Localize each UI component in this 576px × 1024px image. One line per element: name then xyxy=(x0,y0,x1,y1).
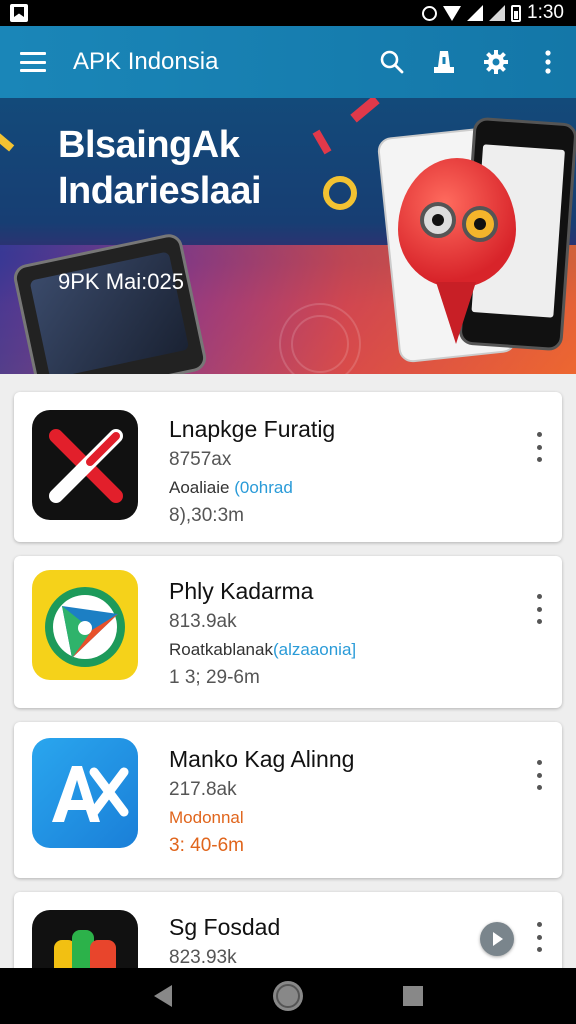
app-time: 1 3; 29-6m xyxy=(169,667,260,688)
banner-title-line1: BlsaingAk xyxy=(58,124,240,166)
wifi-icon xyxy=(443,5,462,21)
status-right: 1:30 xyxy=(422,2,564,24)
app-size: 217.8ak xyxy=(169,779,237,800)
app-time: 8),30:3m xyxy=(169,505,244,526)
mascot-eye-right xyxy=(462,206,498,242)
app-name: Phly Kadarma xyxy=(169,578,314,604)
banner-subtitle: 9PK Mai:025 xyxy=(58,269,184,294)
battery-icon xyxy=(511,4,522,22)
app-info: Lnapkge Furatig 8757ax Aoaliaie (0ohrad … xyxy=(169,414,512,530)
menu-icon[interactable] xyxy=(20,52,46,72)
item-more-icon[interactable] xyxy=(534,432,544,462)
home-button[interactable] xyxy=(273,981,303,1011)
gear-icon[interactable] xyxy=(482,48,510,76)
status-bar: 1:30 xyxy=(0,0,576,26)
app-time: 3: 40-6m xyxy=(169,835,244,856)
blue-translate-app-icon xyxy=(32,738,138,848)
list-item[interactable]: Manko Kag Alinng 217.8ak Modonnal 3: 40-… xyxy=(14,722,562,878)
app-title: APK Indonsia xyxy=(73,48,219,75)
app-status: Aoaliaie (0ohrad xyxy=(169,474,512,502)
app-status-text: Modonnal xyxy=(169,808,244,827)
app-status-highlight: (alzaaonia] xyxy=(272,640,357,659)
yellow-play-app-icon xyxy=(32,570,138,680)
home-icon xyxy=(275,984,300,1008)
app-info: Manko Kag Alinng 217.8ak Modonnal 3: 40-… xyxy=(169,744,512,860)
red-x-app-icon xyxy=(32,410,138,520)
app-bar: APK Indonsia xyxy=(0,26,576,98)
system-nav-bar xyxy=(0,968,576,1024)
item-more-icon[interactable] xyxy=(534,760,544,790)
app-status: Roatkablanak(alzaaonia] xyxy=(169,636,512,664)
app-status: Modonnal xyxy=(169,804,512,832)
app-info: Phly Kadarma 813.9ak Roatkablanak(alzaao… xyxy=(169,576,512,692)
app-status-text: Aoaliaie xyxy=(169,478,230,497)
signal-icon xyxy=(467,5,484,21)
mascot-eye-left xyxy=(420,202,456,238)
item-more-icon[interactable] xyxy=(534,922,544,952)
more-vert-icon[interactable] xyxy=(534,48,562,76)
status-left xyxy=(10,4,28,22)
back-button[interactable] xyxy=(148,981,178,1011)
back-icon xyxy=(153,985,172,1007)
app-status-highlight: (0ohrad xyxy=(234,478,293,497)
bookmark-notification-icon xyxy=(10,4,28,22)
banner-title: BlsaingAk Indarieslaai xyxy=(58,122,262,214)
recents-button[interactable] xyxy=(398,981,428,1011)
mascot-illustration xyxy=(398,158,516,344)
banner-title-line2: Indarieslaai xyxy=(58,170,262,212)
app-info: Sg Fosdad 823.93k xyxy=(169,912,512,972)
list-item[interactable]: Lnapkge Furatig 8757ax Aoaliaie (0ohrad … xyxy=(14,392,562,542)
recents-icon xyxy=(403,986,424,1006)
app-size: 813.9ak xyxy=(169,611,237,632)
signal-secondary-icon xyxy=(489,5,506,21)
promo-banner[interactable]: BlsaingAk Indarieslaai 9PK Mai:025 xyxy=(0,98,576,374)
play-fab-icon[interactable] xyxy=(480,922,514,956)
list-item[interactable]: Phly Kadarma 813.9ak Roatkablanak(alzaao… xyxy=(14,556,562,708)
item-more-icon[interactable] xyxy=(534,594,544,624)
status-time: 1:30 xyxy=(527,2,564,23)
tag-icon[interactable] xyxy=(430,48,458,76)
app-name: Lnapkge Furatig xyxy=(169,416,336,442)
app-name: Sg Fosdad xyxy=(169,914,281,940)
app-status-text: Roatkablanak xyxy=(169,640,273,659)
alarm-icon xyxy=(422,5,438,21)
app-size: 8757ax xyxy=(169,449,232,470)
app-bar-actions xyxy=(378,48,562,76)
search-icon[interactable] xyxy=(378,48,406,76)
app-name: Manko Kag Alinng xyxy=(169,746,355,772)
